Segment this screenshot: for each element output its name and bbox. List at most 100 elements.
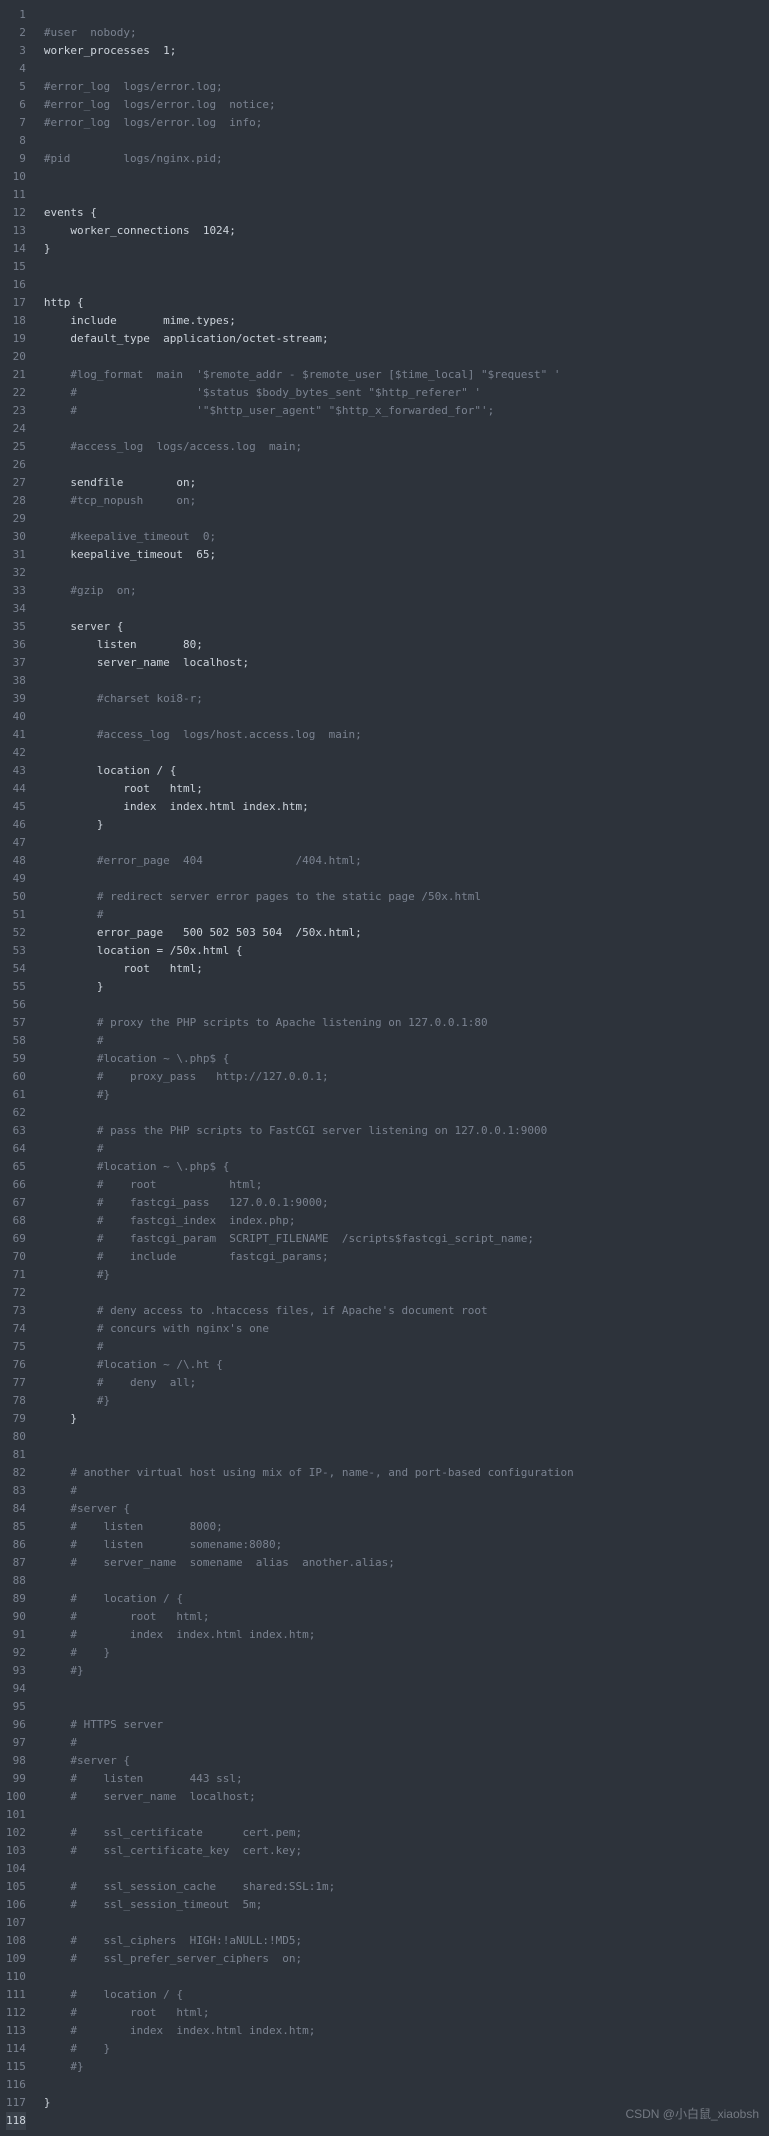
code-line[interactable] [44,870,769,888]
code-line[interactable] [44,1428,769,1446]
line-number[interactable]: 85 [6,1518,26,1536]
line-number[interactable]: 33 [6,582,26,600]
line-number[interactable]: 35 [6,618,26,636]
code-line[interactable]: # [44,1734,769,1752]
line-number[interactable]: 61 [6,1086,26,1104]
line-number[interactable]: 5 [6,78,26,96]
line-number[interactable]: 116 [6,2076,26,2094]
line-number[interactable]: 105 [6,1878,26,1896]
code-line[interactable] [44,1914,769,1932]
line-number[interactable]: 114 [6,2040,26,2058]
line-number[interactable]: 55 [6,978,26,996]
code-line[interactable] [44,1806,769,1824]
code-line[interactable] [44,168,769,186]
line-number[interactable]: 30 [6,528,26,546]
code-line[interactable]: root html; [44,960,769,978]
line-number[interactable]: 54 [6,960,26,978]
line-number[interactable]: 109 [6,1950,26,1968]
line-number[interactable]: 48 [6,852,26,870]
line-number[interactable]: 79 [6,1410,26,1428]
line-number[interactable]: 91 [6,1626,26,1644]
code-line[interactable]: # location / { [44,1986,769,2004]
line-number[interactable]: 106 [6,1896,26,1914]
code-line[interactable]: # include fastcgi_params; [44,1248,769,1266]
code-line[interactable] [44,1104,769,1122]
code-line[interactable]: # fastcgi_param SCRIPT_FILENAME /scripts… [44,1230,769,1248]
line-number[interactable]: 4 [6,60,26,78]
code-line[interactable] [44,186,769,204]
code-line[interactable]: server_name localhost; [44,654,769,672]
code-line[interactable]: #error_page 404 /404.html; [44,852,769,870]
code-line[interactable] [44,1284,769,1302]
line-number[interactable]: 63 [6,1122,26,1140]
line-number[interactable]: 112 [6,2004,26,2022]
code-line[interactable]: # fastcgi_pass 127.0.0.1:9000; [44,1194,769,1212]
code-line[interactable]: # pass the PHP scripts to FastCGI server… [44,1122,769,1140]
line-number[interactable]: 38 [6,672,26,690]
code-line[interactable]: #pid logs/nginx.pid; [44,150,769,168]
code-line[interactable]: #access_log logs/access.log main; [44,438,769,456]
line-number[interactable]: 87 [6,1554,26,1572]
code-line[interactable] [44,1860,769,1878]
line-number[interactable]: 13 [6,222,26,240]
line-number[interactable]: 72 [6,1284,26,1302]
code-line[interactable]: #location ~ \.php$ { [44,1158,769,1176]
code-line[interactable]: #} [44,1086,769,1104]
line-number[interactable]: 19 [6,330,26,348]
line-number[interactable]: 56 [6,996,26,1014]
code-line[interactable]: #} [44,1392,769,1410]
code-line[interactable]: #server { [44,1500,769,1518]
line-number[interactable]: 7 [6,114,26,132]
code-line[interactable] [44,600,769,618]
code-line[interactable]: index index.html index.htm; [44,798,769,816]
code-line[interactable]: #gzip on; [44,582,769,600]
code-line[interactable]: # [44,1032,769,1050]
code-line[interactable]: default_type application/octet-stream; [44,330,769,348]
line-number[interactable]: 76 [6,1356,26,1374]
code-line[interactable]: # fastcgi_index index.php; [44,1212,769,1230]
line-number[interactable]: 70 [6,1248,26,1266]
code-line[interactable] [44,744,769,762]
code-line[interactable]: error_page 500 502 503 504 /50x.html; [44,924,769,942]
line-number[interactable]: 1 [6,6,26,24]
line-number[interactable]: 97 [6,1734,26,1752]
code-line[interactable]: # ssl_session_cache shared:SSL:1m; [44,1878,769,1896]
line-number[interactable]: 115 [6,2058,26,2076]
code-line[interactable]: #location ~ /\.ht { [44,1356,769,1374]
line-number[interactable]: 102 [6,1824,26,1842]
line-number[interactable]: 83 [6,1482,26,1500]
line-number[interactable]: 39 [6,690,26,708]
code-line[interactable] [44,132,769,150]
code-line[interactable]: # [44,1338,769,1356]
line-number[interactable]: 73 [6,1302,26,1320]
line-number[interactable]: 11 [6,186,26,204]
line-number[interactable]: 18 [6,312,26,330]
code-line[interactable]: } [44,816,769,834]
line-number[interactable]: 89 [6,1590,26,1608]
code-line[interactable] [44,996,769,1014]
code-line[interactable]: # proxy the PHP scripts to Apache listen… [44,1014,769,1032]
code-line[interactable]: # redirect server error pages to the sta… [44,888,769,906]
line-number[interactable]: 88 [6,1572,26,1590]
line-number[interactable]: 69 [6,1230,26,1248]
code-line[interactable]: worker_processes 1; [44,42,769,60]
line-number[interactable]: 60 [6,1068,26,1086]
line-number[interactable]: 86 [6,1536,26,1554]
code-line[interactable]: #tcp_nopush on; [44,492,769,510]
line-number[interactable]: 6 [6,96,26,114]
line-number[interactable]: 110 [6,1968,26,1986]
line-number[interactable]: 103 [6,1842,26,1860]
code-line[interactable]: #log_format main '$remote_addr - $remote… [44,366,769,384]
line-number[interactable]: 28 [6,492,26,510]
line-number[interactable]: 57 [6,1014,26,1032]
code-line[interactable] [44,1572,769,1590]
code-line[interactable]: #} [44,1662,769,1680]
code-line[interactable]: location = /50x.html { [44,942,769,960]
code-line[interactable]: # another virtual host using mix of IP-,… [44,1464,769,1482]
code-line[interactable] [44,60,769,78]
line-number[interactable]: 65 [6,1158,26,1176]
code-line[interactable]: # index index.html index.htm; [44,1626,769,1644]
code-line[interactable]: } [44,240,769,258]
line-number[interactable]: 27 [6,474,26,492]
code-line[interactable]: #} [44,1266,769,1284]
